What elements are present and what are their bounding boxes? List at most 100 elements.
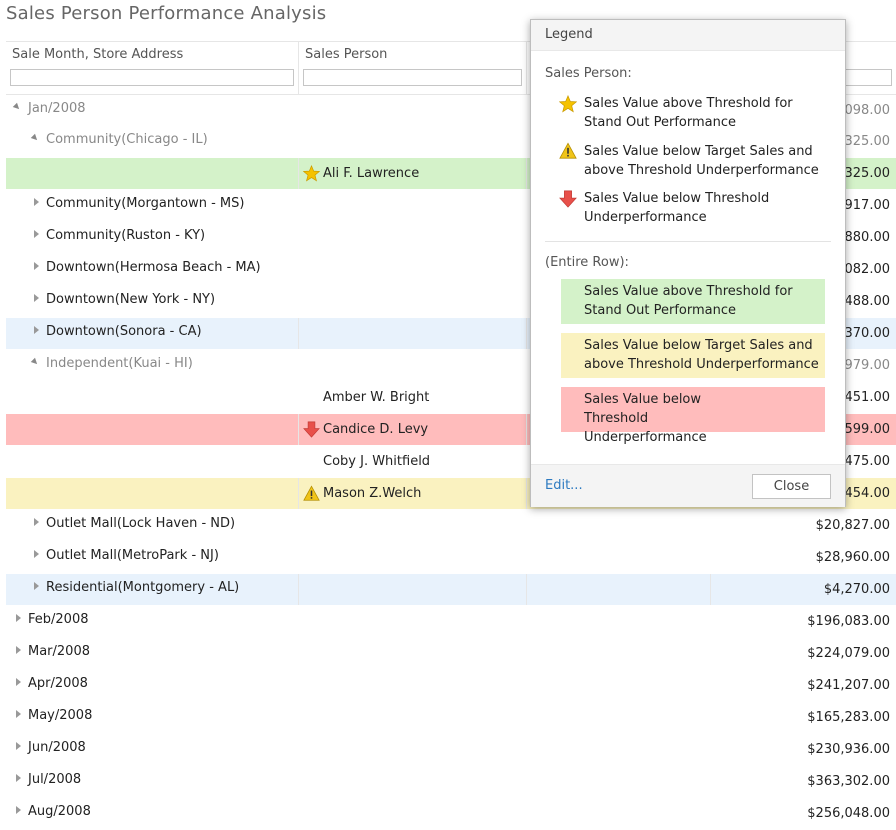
group-toggle[interactable]: Jul/2008 [16,766,81,794]
expand-arrow-icon[interactable] [34,294,39,302]
group-toggle[interactable]: Apr/2008 [16,670,88,698]
month-store-filter-input[interactable] [10,69,294,86]
group-label: Community(Ruston - KY) [46,228,206,243]
group-label: Outlet Mall(Lock Haven - ND) [46,516,236,531]
group-amount: 488.00 [844,294,891,309]
group-label: Feb/2008 [28,612,89,627]
group-toggle[interactable]: Independent(Kuai - HI) [30,350,193,378]
sales-person-name: Ali F. Lawrence [323,166,420,181]
group-row-month[interactable]: Mar/2008 $224,079.00 [6,638,896,670]
group-label: Community(Chicago - IL) [46,132,208,147]
column-sales-person: Sales Person [299,42,527,94]
group-amount: $196,083.00 [807,614,890,629]
group-toggle[interactable]: Mar/2008 [16,638,90,666]
group-amount: $165,283.00 [807,710,890,725]
group-toggle[interactable]: Jun/2008 [16,734,86,762]
group-amount: $230,936.00 [807,742,890,757]
cell-empty [299,318,527,349]
sales-person-filter-input[interactable] [303,69,522,86]
group-label: Residential(Montgomery - AL) [46,580,240,595]
group-amount: $256,048.00 [807,806,890,821]
group-amount: 370.00 [844,326,891,341]
down-arrow-icon [303,421,320,438]
group-toggle[interactable]: Outlet Mall(Lock Haven - ND) [34,510,235,538]
group-label: May/2008 [28,708,93,723]
legend-divider [545,241,831,242]
group-toggle[interactable]: Community(Chicago - IL) [30,126,208,154]
group-row-month[interactable]: Jun/2008 $230,936.00 [6,734,896,766]
group-toggle[interactable]: Outlet Mall(MetroPark - NJ) [34,542,219,570]
group-row-month[interactable]: Feb/2008 $196,083.00 [6,606,896,638]
expand-arrow-icon[interactable] [34,230,39,238]
group-label: Mar/2008 [28,644,90,659]
group-toggle[interactable]: Community(Ruston - KY) [34,222,205,250]
legend-title: Legend [531,20,845,51]
group-row-store[interactable]: Outlet Mall(Lock Haven - ND) $20,827.00 [6,510,896,542]
group-toggle[interactable]: Jan/2008 [12,95,86,123]
expand-arrow-icon[interactable] [16,614,21,622]
expand-arrow-icon[interactable] [34,582,39,590]
group-toggle[interactable]: Residential(Montgomery - AL) [34,574,239,602]
edit-link[interactable]: Edit... [545,478,583,493]
group-row-store[interactable]: Residential(Montgomery - AL) $4,270.00 [6,574,896,606]
column-month-store-label: Sale Month, Store Address [12,47,184,62]
group-label: Apr/2008 [28,676,88,691]
group-row-month[interactable]: May/2008 $165,283.00 [6,702,896,734]
collapse-arrow-icon[interactable] [30,133,40,143]
row-amount: 451.00 [844,390,891,405]
sales-person-name: Mason Z.Welch [323,486,422,501]
expand-arrow-icon[interactable] [16,678,21,686]
group-amount: $4,270.00 [823,582,890,597]
group-label: Jan/2008 [28,101,86,116]
group-toggle[interactable]: Community(Morgantown - MS) [34,190,244,218]
cell-empty [6,414,299,445]
cell-empty [527,574,711,605]
legend-green-swatch: Sales Value above Threshold for Stand Ou… [561,279,825,324]
collapse-arrow-icon[interactable] [12,102,22,112]
group-toggle[interactable]: Feb/2008 [16,606,88,634]
expand-arrow-icon[interactable] [16,646,21,654]
group-toggle[interactable]: Aug/2008 [16,798,91,826]
cell-empty [299,574,527,605]
group-label: Independent(Kuai - HI) [46,356,193,371]
group-row-month[interactable]: Jul/2008 $363,302.00 [6,766,896,798]
close-button[interactable]: Close [752,474,831,499]
expand-arrow-icon[interactable] [34,198,39,206]
legend-sales-person-heading: Sales Person: [545,66,632,81]
column-month-store: Sale Month, Store Address [6,42,299,94]
legend-entire-row-heading: (Entire Row): [545,255,629,270]
group-label: Aug/2008 [28,804,91,819]
expand-arrow-icon[interactable] [34,550,39,558]
sales-person-name: Amber W. Bright [323,390,430,405]
row-amount: 475.00 [844,454,891,469]
expand-arrow-icon[interactable] [34,326,39,334]
group-label: Downtown(Hermosa Beach - MA) [46,260,261,275]
group-label: Outlet Mall(MetroPark - NJ) [46,548,219,563]
group-toggle[interactable]: May/2008 [16,702,92,730]
group-label: Community(Morgantown - MS) [46,196,245,211]
group-amount: 082.00 [844,262,891,277]
group-amount: $241,207.00 [807,678,890,693]
expand-arrow-icon[interactable] [16,742,21,750]
legend-red-swatch: Sales Value below Threshold Underperform… [561,387,825,445]
expand-arrow-icon[interactable] [16,774,21,782]
group-row-month[interactable]: Aug/2008 $256,048.00 [6,798,896,830]
group-toggle[interactable]: Downtown(Sonora - CA) [34,318,202,346]
expand-arrow-icon[interactable] [16,806,21,814]
group-toggle[interactable]: Downtown(New York - NY) [34,286,215,314]
group-amount: 979.00 [844,358,891,373]
expand-arrow-icon[interactable] [34,518,39,526]
collapse-arrow-icon[interactable] [30,357,40,367]
expand-arrow-icon[interactable] [16,710,21,718]
expand-arrow-icon[interactable] [34,262,39,270]
page-title: Sales Person Performance Analysis [6,3,327,24]
group-row-store[interactable]: Outlet Mall(MetroPark - NJ) $28,960.00 [6,542,896,574]
group-amount: $224,079.00 [807,646,890,661]
group-amount: $363,302.00 [807,774,890,789]
legend-star-text: Sales Value above Threshold for Stand Ou… [584,96,793,130]
row-amount: 599.00 [844,422,891,437]
group-row-month[interactable]: Apr/2008 $241,207.00 [6,670,896,702]
down-arrow-icon [559,190,577,208]
group-toggle[interactable]: Downtown(Hermosa Beach - MA) [34,254,261,282]
cell-empty [6,158,299,189]
